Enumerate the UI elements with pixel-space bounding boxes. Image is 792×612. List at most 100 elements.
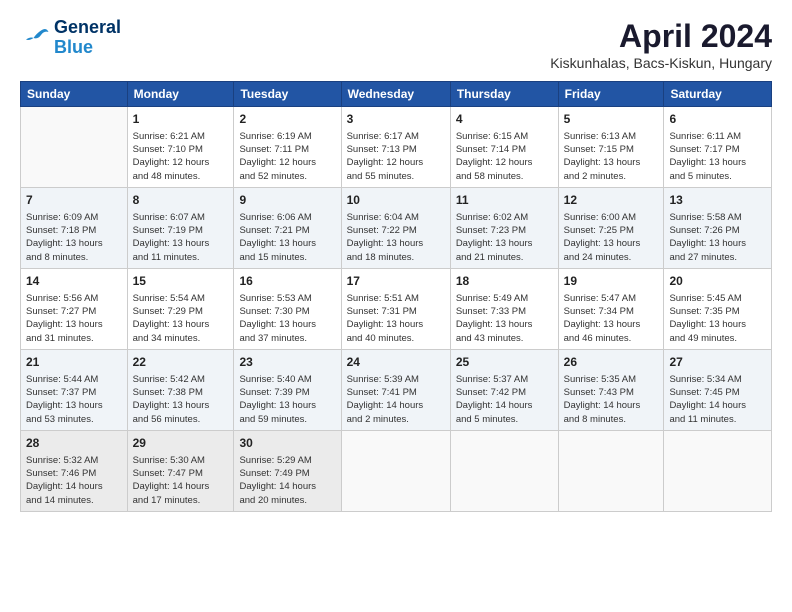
- calendar-cell: [558, 430, 664, 511]
- day-info: Sunrise: 6:02 AM Sunset: 7:23 PM Dayligh…: [456, 211, 553, 264]
- day-info: Sunrise: 6:09 AM Sunset: 7:18 PM Dayligh…: [26, 211, 122, 264]
- day-info: Sunrise: 5:35 AM Sunset: 7:43 PM Dayligh…: [564, 373, 659, 426]
- calendar-cell: 2 Sunrise: 6:19 AM Sunset: 7:11 PM Daylig…: [234, 107, 341, 188]
- day-number: 18: [456, 273, 553, 290]
- day-info: Sunrise: 5:51 AM Sunset: 7:31 PM Dayligh…: [347, 292, 445, 345]
- header: General Blue April 2024 Kiskunhalas, Bac…: [20, 18, 772, 71]
- calendar-cell: 18Sunrise: 5:49 AM Sunset: 7:33 PM Dayli…: [450, 268, 558, 349]
- day-number: 20: [669, 273, 766, 290]
- day-number: 16: [239, 273, 335, 290]
- calendar-header: SundayMondayTuesdayWednesdayThursdayFrid…: [21, 82, 772, 107]
- calendar-week-1: 1 Sunrise: 6:21 AM Sunset: 7:10 PM Daylig…: [21, 107, 772, 188]
- day-info: Sunrise: 5:54 AM Sunset: 7:29 PM Dayligh…: [133, 292, 229, 345]
- calendar-cell: 6Sunrise: 6:11 AM Sunset: 7:17 PM Daylig…: [664, 107, 772, 188]
- logo-icon: [20, 23, 50, 53]
- header-row: SundayMondayTuesdayWednesdayThursdayFrid…: [21, 82, 772, 107]
- day-number: 28: [26, 435, 122, 452]
- day-info: Sunrise: 6:04 AM Sunset: 7:22 PM Dayligh…: [347, 211, 445, 264]
- day-number: 8: [133, 192, 229, 209]
- day-number: 4: [456, 111, 553, 128]
- calendar-cell: 25Sunrise: 5:37 AM Sunset: 7:42 PM Dayli…: [450, 349, 558, 430]
- calendar-cell: 21Sunrise: 5:44 AM Sunset: 7:37 PM Dayli…: [21, 349, 128, 430]
- day-number: 12: [564, 192, 659, 209]
- calendar-cell: 29 Sunrise: 5:30 AM Sunset: 7:47 PM Dayli…: [127, 430, 234, 511]
- day-header-sunday: Sunday: [21, 82, 128, 107]
- calendar-subtitle: Kiskunhalas, Bacs-Kiskun, Hungary: [550, 55, 772, 71]
- calendar-cell: 13Sunrise: 5:58 AM Sunset: 7:26 PM Dayli…: [664, 187, 772, 268]
- day-number: 1: [133, 111, 229, 128]
- day-info: Sunrise: 5:44 AM Sunset: 7:37 PM Dayligh…: [26, 373, 122, 426]
- calendar-cell: 23Sunrise: 5:40 AM Sunset: 7:39 PM Dayli…: [234, 349, 341, 430]
- logo: General Blue: [20, 18, 121, 58]
- day-number: 13: [669, 192, 766, 209]
- day-info: Sunrise: 6:15 AM Sunset: 7:14 PM Dayligh…: [456, 130, 553, 183]
- calendar-cell: 1 Sunrise: 6:21 AM Sunset: 7:10 PM Daylig…: [127, 107, 234, 188]
- calendar-cell: 3 Sunrise: 6:17 AM Sunset: 7:13 PM Daylig…: [341, 107, 450, 188]
- calendar-cell: [450, 430, 558, 511]
- calendar-cell: [664, 430, 772, 511]
- calendar-cell: [21, 107, 128, 188]
- calendar-cell: 17 Sunrise: 5:51 AM Sunset: 7:31 PM Dayli…: [341, 268, 450, 349]
- title-block: April 2024 Kiskunhalas, Bacs-Kiskun, Hun…: [550, 18, 772, 71]
- calendar-cell: 14 Sunrise: 5:56 AM Sunset: 7:27 PM Dayli…: [21, 268, 128, 349]
- day-number: 2: [239, 111, 335, 128]
- day-number: 9: [239, 192, 335, 209]
- day-info: Sunrise: 6:21 AM Sunset: 7:10 PM Dayligh…: [133, 130, 229, 183]
- day-number: 3: [347, 111, 445, 128]
- calendar-week-5: 28 Sunrise: 5:32 AM Sunset: 7:46 PM Dayli…: [21, 430, 772, 511]
- day-number: 7: [26, 192, 122, 209]
- calendar-body: 1 Sunrise: 6:21 AM Sunset: 7:10 PM Daylig…: [21, 107, 772, 512]
- calendar-cell: 4 Sunrise: 6:15 AM Sunset: 7:14 PM Daylig…: [450, 107, 558, 188]
- day-info: Sunrise: 5:30 AM Sunset: 7:47 PM Dayligh…: [133, 454, 229, 507]
- day-info: Sunrise: 6:13 AM Sunset: 7:15 PM Dayligh…: [564, 130, 659, 183]
- calendar-cell: 22Sunrise: 5:42 AM Sunset: 7:38 PM Dayli…: [127, 349, 234, 430]
- day-number: 27: [669, 354, 766, 371]
- day-number: 24: [347, 354, 445, 371]
- day-number: 5: [564, 111, 659, 128]
- day-number: 14: [26, 273, 122, 290]
- day-number: 10: [347, 192, 445, 209]
- logo-text: General Blue: [54, 18, 121, 58]
- day-number: 19: [564, 273, 659, 290]
- day-number: 26: [564, 354, 659, 371]
- calendar-cell: 11 Sunrise: 6:02 AM Sunset: 7:23 PM Dayli…: [450, 187, 558, 268]
- day-number: 15: [133, 273, 229, 290]
- calendar-cell: 19 Sunrise: 5:47 AM Sunset: 7:34 PM Dayli…: [558, 268, 664, 349]
- calendar-week-4: 21Sunrise: 5:44 AM Sunset: 7:37 PM Dayli…: [21, 349, 772, 430]
- calendar-cell: 15 Sunrise: 5:54 AM Sunset: 7:29 PM Dayli…: [127, 268, 234, 349]
- page: General Blue April 2024 Kiskunhalas, Bac…: [0, 0, 792, 522]
- day-info: Sunrise: 5:29 AM Sunset: 7:49 PM Dayligh…: [239, 454, 335, 507]
- day-info: Sunrise: 5:45 AM Sunset: 7:35 PM Dayligh…: [669, 292, 766, 345]
- calendar-cell: 8 Sunrise: 6:07 AM Sunset: 7:19 PM Daylig…: [127, 187, 234, 268]
- calendar-title: April 2024: [550, 18, 772, 55]
- day-info: Sunrise: 6:07 AM Sunset: 7:19 PM Dayligh…: [133, 211, 229, 264]
- calendar-week-3: 14 Sunrise: 5:56 AM Sunset: 7:27 PM Dayli…: [21, 268, 772, 349]
- day-info: Sunrise: 5:56 AM Sunset: 7:27 PM Dayligh…: [26, 292, 122, 345]
- day-number: 17: [347, 273, 445, 290]
- day-info: Sunrise: 6:11 AM Sunset: 7:17 PM Dayligh…: [669, 130, 766, 183]
- day-number: 25: [456, 354, 553, 371]
- calendar-cell: 24 Sunrise: 5:39 AM Sunset: 7:41 PM Dayli…: [341, 349, 450, 430]
- day-info: Sunrise: 5:32 AM Sunset: 7:46 PM Dayligh…: [26, 454, 122, 507]
- day-number: 22: [133, 354, 229, 371]
- day-header-thursday: Thursday: [450, 82, 558, 107]
- calendar-cell: 5 Sunrise: 6:13 AM Sunset: 7:15 PM Daylig…: [558, 107, 664, 188]
- calendar-cell: 16 Sunrise: 5:53 AM Sunset: 7:30 PM Dayli…: [234, 268, 341, 349]
- calendar-cell: 27Sunrise: 5:34 AM Sunset: 7:45 PM Dayli…: [664, 349, 772, 430]
- day-info: Sunrise: 5:47 AM Sunset: 7:34 PM Dayligh…: [564, 292, 659, 345]
- day-info: Sunrise: 6:00 AM Sunset: 7:25 PM Dayligh…: [564, 211, 659, 264]
- day-number: 11: [456, 192, 553, 209]
- day-header-saturday: Saturday: [664, 82, 772, 107]
- calendar-cell: 7 Sunrise: 6:09 AM Sunset: 7:18 PM Daylig…: [21, 187, 128, 268]
- calendar-cell: 9 Sunrise: 6:06 AM Sunset: 7:21 PM Daylig…: [234, 187, 341, 268]
- calendar-cell: 28 Sunrise: 5:32 AM Sunset: 7:46 PM Dayli…: [21, 430, 128, 511]
- day-info: Sunrise: 5:53 AM Sunset: 7:30 PM Dayligh…: [239, 292, 335, 345]
- day-header-monday: Monday: [127, 82, 234, 107]
- day-info: Sunrise: 6:17 AM Sunset: 7:13 PM Dayligh…: [347, 130, 445, 183]
- day-info: Sunrise: 6:19 AM Sunset: 7:11 PM Dayligh…: [239, 130, 335, 183]
- day-number: 29: [133, 435, 229, 452]
- day-info: Sunrise: 6:06 AM Sunset: 7:21 PM Dayligh…: [239, 211, 335, 264]
- day-info: Sunrise: 5:39 AM Sunset: 7:41 PM Dayligh…: [347, 373, 445, 426]
- calendar-table: SundayMondayTuesdayWednesdayThursdayFrid…: [20, 81, 772, 512]
- calendar-cell: [341, 430, 450, 511]
